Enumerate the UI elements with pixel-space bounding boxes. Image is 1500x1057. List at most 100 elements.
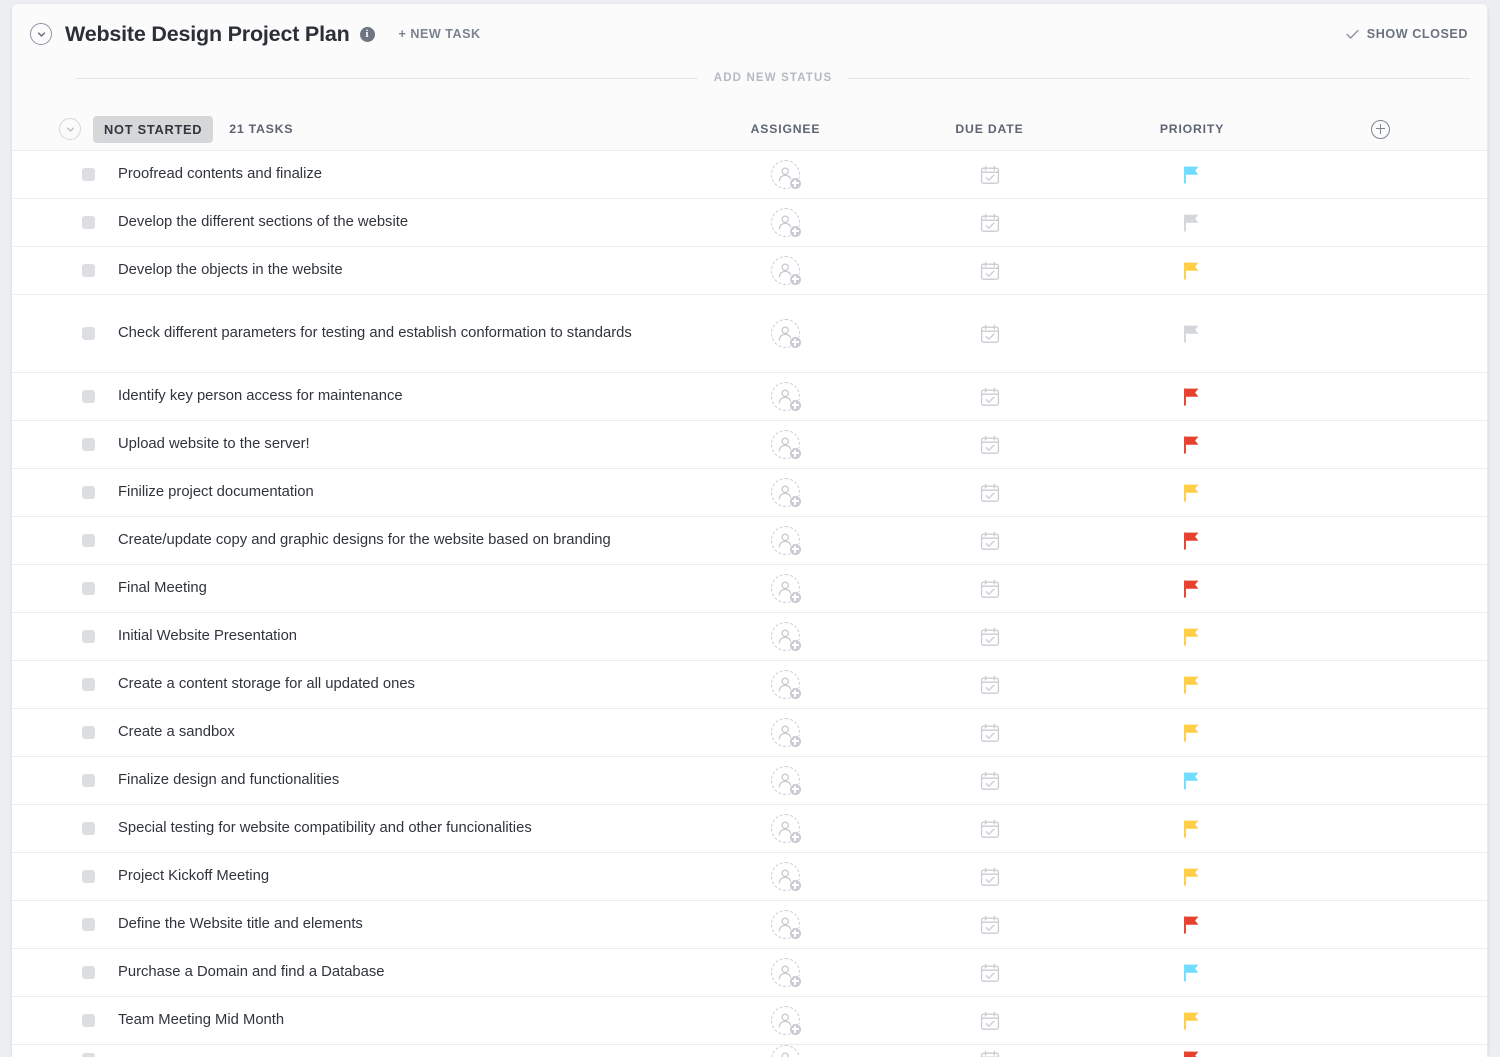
task-name[interactable]: Define the Website title and elements [118, 908, 683, 941]
calendar-icon[interactable] [979, 962, 1001, 984]
collapse-group-chevron-icon[interactable] [59, 118, 81, 140]
due-date-cell[interactable] [888, 674, 1091, 696]
task-row[interactable]: Team Meeting Mid Month [12, 997, 1488, 1045]
task-name[interactable]: Special testing for website compatibilit… [118, 812, 683, 845]
calendar-icon[interactable] [979, 260, 1001, 282]
priority-cell[interactable] [1091, 1010, 1293, 1032]
task-row[interactable]: Purchase a Domain and find a Database [12, 949, 1488, 997]
calendar-icon[interactable] [979, 674, 1001, 696]
due-date-cell[interactable] [888, 962, 1091, 984]
task-status-square-icon[interactable] [82, 822, 95, 835]
assignee-cell[interactable] [683, 382, 888, 412]
task-status-square-icon[interactable] [82, 1053, 95, 1057]
task-status-square-icon[interactable] [82, 216, 95, 229]
priority-cell[interactable] [1091, 674, 1293, 696]
task-name[interactable]: Develop the different sections of the we… [118, 206, 683, 239]
calendar-icon[interactable] [979, 386, 1001, 408]
add-assignee-avatar-icon[interactable] [771, 478, 802, 508]
assignee-cell[interactable] [683, 430, 888, 460]
priority-flag-icon[interactable] [1182, 1010, 1202, 1032]
task-name[interactable]: Develop the objects in the website [118, 254, 683, 287]
assignee-cell[interactable] [683, 208, 888, 238]
calendar-icon[interactable] [979, 434, 1001, 456]
assignee-cell[interactable] [683, 814, 888, 844]
add-assignee-avatar-icon[interactable] [771, 1006, 802, 1036]
assignee-cell[interactable] [683, 670, 888, 700]
due-date-cell[interactable] [888, 722, 1091, 744]
priority-flag-icon[interactable] [1182, 674, 1202, 696]
task-row[interactable]: Develop the different sections of the we… [12, 199, 1488, 247]
task-status-square-icon[interactable] [82, 726, 95, 739]
task-status-square-icon[interactable] [82, 327, 95, 340]
calendar-icon[interactable] [979, 770, 1001, 792]
add-assignee-avatar-icon[interactable] [771, 319, 802, 349]
add-assignee-avatar-icon[interactable] [771, 382, 802, 412]
priority-cell[interactable] [1091, 962, 1293, 984]
priority-flag-icon[interactable] [1182, 578, 1202, 600]
assignee-cell[interactable] [683, 622, 888, 652]
task-status-square-icon[interactable] [82, 534, 95, 547]
task-row[interactable]: Identify key person access for maintenan… [12, 373, 1488, 421]
due-date-cell[interactable] [888, 482, 1091, 504]
show-closed-toggle[interactable]: SHOW CLOSED [1346, 27, 1468, 41]
add-assignee-avatar-icon[interactable] [771, 208, 802, 238]
status-badge[interactable]: NOT STARTED [93, 115, 214, 143]
calendar-icon[interactable] [979, 164, 1001, 186]
task-status-square-icon[interactable] [82, 630, 95, 643]
assignee-cell[interactable] [683, 319, 888, 349]
priority-flag-icon[interactable] [1182, 818, 1202, 840]
due-date-cell[interactable] [888, 530, 1091, 552]
due-date-cell[interactable] [888, 434, 1091, 456]
priority-flag-icon[interactable] [1182, 434, 1202, 456]
priority-flag-icon[interactable] [1182, 914, 1202, 936]
priority-cell[interactable] [1091, 866, 1293, 888]
task-name[interactable]: Finalize design and functionalities [118, 764, 683, 797]
priority-flag-icon[interactable] [1182, 164, 1202, 186]
task-status-square-icon[interactable] [82, 264, 95, 277]
assignee-cell[interactable] [683, 910, 888, 940]
task-name[interactable]: Initial Website Presentation [118, 620, 683, 653]
add-assignee-avatar-icon[interactable] [771, 718, 802, 748]
due-date-cell[interactable] [888, 818, 1091, 840]
priority-cell[interactable] [1091, 530, 1293, 552]
calendar-icon[interactable] [979, 866, 1001, 888]
task-name[interactable]: Identify key person access for maintenan… [118, 380, 683, 413]
task-row[interactable]: Special testing for website compatibilit… [12, 805, 1488, 853]
add-assignee-avatar-icon[interactable] [771, 670, 802, 700]
assignee-cell[interactable] [683, 1006, 888, 1036]
add-assignee-avatar-icon[interactable] [771, 526, 802, 556]
add-column-icon[interactable] [1371, 119, 1390, 139]
task-row[interactable]: Final Meeting [12, 565, 1488, 613]
task-status-square-icon[interactable] [82, 966, 95, 979]
task-row[interactable]: Check different parameters for testing a… [12, 295, 1488, 373]
calendar-icon[interactable] [979, 722, 1001, 744]
priority-cell[interactable] [1091, 914, 1293, 936]
assignee-cell[interactable] [683, 718, 888, 748]
priority-flag-icon[interactable] [1182, 1049, 1202, 1057]
priority-flag-icon[interactable] [1182, 323, 1202, 345]
priority-flag-icon[interactable] [1182, 866, 1202, 888]
task-row[interactable]: Define the Website title and elements [12, 901, 1488, 949]
task-row[interactable]: Create a sandbox [12, 709, 1488, 757]
task-status-square-icon[interactable] [82, 582, 95, 595]
task-row[interactable]: Proofread contents and finalize [12, 151, 1488, 199]
priority-cell[interactable] [1091, 323, 1293, 345]
new-task-button[interactable]: + NEW TASK [399, 27, 481, 41]
task-row[interactable]: Create/update copy and graphic designs f… [12, 517, 1488, 565]
due-date-cell[interactable] [888, 1049, 1091, 1057]
add-assignee-avatar-icon[interactable] [771, 256, 802, 286]
task-row[interactable]: Initial Website Presentation [12, 613, 1488, 661]
calendar-icon[interactable] [979, 626, 1001, 648]
priority-flag-icon[interactable] [1182, 770, 1202, 792]
due-date-cell[interactable] [888, 212, 1091, 234]
add-assignee-avatar-icon[interactable] [771, 958, 802, 988]
due-date-cell[interactable] [888, 386, 1091, 408]
task-name[interactable]: Create a content storage for all updated… [118, 668, 683, 701]
task-status-square-icon[interactable] [82, 870, 95, 883]
add-assignee-avatar-icon[interactable] [771, 766, 802, 796]
priority-cell[interactable] [1091, 1049, 1293, 1057]
calendar-icon[interactable] [979, 1010, 1001, 1032]
task-row[interactable]: Create a content storage for all updated… [12, 661, 1488, 709]
due-date-cell[interactable] [888, 164, 1091, 186]
task-name[interactable]: Create a sandbox [118, 716, 683, 749]
